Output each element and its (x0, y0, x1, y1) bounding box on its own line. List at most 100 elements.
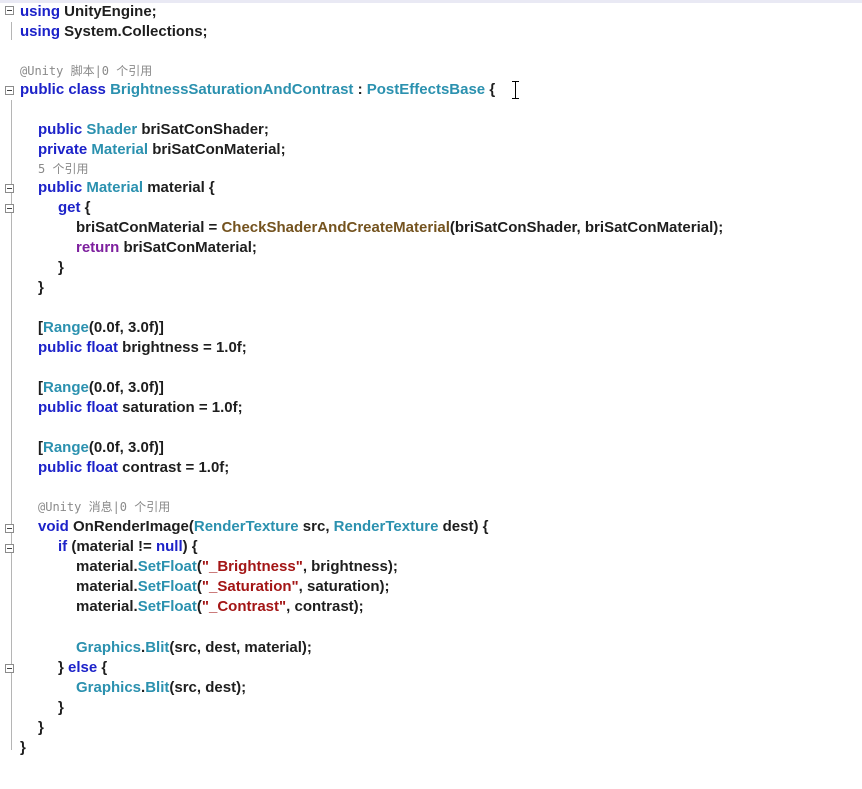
fold-collapse-icon[interactable] (5, 664, 14, 673)
code-token: Range (43, 379, 89, 396)
code-line[interactable]: public float brightness = 1.0f; (38, 338, 247, 358)
fold-collapse-icon[interactable] (5, 204, 14, 213)
code-token: RenderTexture (333, 518, 439, 535)
code-token: Blit (145, 679, 170, 696)
code-line[interactable]: void OnRenderImage(RenderTexture src, Re… (38, 517, 488, 537)
code-token: public (38, 459, 83, 476)
code-line[interactable]: Graphics.Blit(src, dest); (76, 678, 246, 698)
code-token: Material (91, 141, 149, 158)
code-token: } (58, 659, 69, 676)
code-line[interactable]: public Material material { (38, 178, 215, 198)
code-token: CheckShaderAndCreateMaterial (221, 219, 450, 236)
code-token: public (38, 179, 83, 196)
code-line[interactable]: Graphics.Blit(src, dest, material); (76, 638, 312, 658)
code-token: dest) { (438, 518, 489, 535)
code-token: return (76, 239, 120, 256)
code-token: void (38, 518, 69, 535)
code-line[interactable]: } (58, 698, 64, 718)
code-token: UnityEngine; (60, 3, 157, 20)
code-line[interactable]: } (20, 738, 26, 758)
code-line[interactable]: } (38, 718, 44, 738)
code-editor[interactable]: using UnityEngine; using System.Collectio… (0, 0, 862, 789)
code-line[interactable]: [Range(0.0f, 3.0f)] (38, 318, 164, 338)
code-line[interactable]: } (38, 278, 44, 298)
code-line[interactable]: public Shader briSatConShader; (38, 120, 269, 140)
code-token: BrightnessSaturationAndContrast (110, 81, 354, 98)
code-line[interactable]: if (material != null) { (58, 537, 198, 557)
code-token: "_Contrast" (201, 598, 287, 615)
code-line[interactable]: using System.Collections; (20, 22, 208, 42)
code-line[interactable]: } (58, 258, 64, 278)
code-token: material. (76, 578, 138, 595)
code-token: briSatConMaterial; (148, 141, 286, 158)
code-token: else (68, 659, 98, 676)
code-line[interactable]: [Range(0.0f, 3.0f)] (38, 378, 164, 398)
code-line[interactable]: } else { (58, 658, 107, 678)
code-token: Graphics (76, 639, 142, 656)
code-token: briSatConMaterial; (119, 239, 257, 256)
code-line[interactable]: material.SetFloat("_Contrast", contrast)… (76, 597, 364, 617)
code-token: public (38, 121, 83, 138)
code-token: Range (43, 439, 89, 456)
code-token: material. (76, 558, 138, 575)
code-token: } (38, 719, 44, 736)
code-token: brightness = 1.0f; (118, 339, 247, 356)
code-token: public (38, 339, 83, 356)
code-token: , brightness); (302, 558, 398, 575)
code-token: SetFloat (137, 598, 197, 615)
code-token: using (20, 23, 60, 40)
code-token: , saturation); (298, 578, 390, 595)
code-token: OnRenderImage( (68, 518, 194, 535)
code-line[interactable]: public class BrightnessSaturationAndCont… (20, 80, 495, 100)
code-token: Material (86, 179, 144, 196)
code-token: (0.0f, 3.0f)] (88, 319, 164, 336)
fold-collapse-icon[interactable] (5, 544, 14, 553)
code-token: PostEffectsBase (366, 81, 486, 98)
code-line[interactable]: [Range(0.0f, 3.0f)] (38, 438, 164, 458)
codelens-annotation[interactable]: 5 个引用 (38, 160, 88, 178)
code-line[interactable]: material.SetFloat("_Brightness", brightn… (76, 557, 398, 577)
code-token: using (20, 3, 60, 20)
code-token: (src, dest, material); (169, 639, 312, 656)
code-token: RenderTexture (193, 518, 299, 535)
code-token: (briSatConShader, briSatConMaterial); (449, 219, 724, 236)
code-token: material { (143, 179, 215, 196)
code-token: if (58, 538, 68, 555)
code-token: SetFloat (137, 578, 197, 595)
codelens-annotation[interactable]: @Unity 脚本|0 个引用 (20, 62, 152, 80)
code-token: { (97, 659, 108, 676)
code-token: saturation = 1.0f; (118, 399, 243, 416)
fold-collapse-icon[interactable] (5, 6, 14, 15)
code-line[interactable]: return briSatConMaterial; (76, 238, 257, 258)
code-token: } (38, 279, 44, 296)
code-token: (0.0f, 3.0f)] (88, 439, 164, 456)
code-line[interactable]: private Material briSatConMaterial; (38, 140, 286, 160)
code-line[interactable]: public float contrast = 1.0f; (38, 458, 229, 478)
code-token: Shader (86, 121, 138, 138)
code-token: float (86, 339, 119, 356)
code-token: { (80, 199, 91, 216)
code-token: (0.0f, 3.0f)] (88, 379, 164, 396)
code-line[interactable]: briSatConMaterial = CheckShaderAndCreate… (76, 218, 723, 238)
code-token: float (86, 459, 119, 476)
code-token: Range (43, 319, 89, 336)
code-token: "_Brightness" (201, 558, 303, 575)
code-token: class (68, 81, 106, 98)
code-token: } (58, 699, 64, 716)
code-line[interactable]: get { (58, 198, 91, 218)
codelens-annotation[interactable]: @Unity 消息|0 个引用 (38, 498, 170, 516)
code-line[interactable]: using UnityEngine; (20, 2, 157, 22)
code-token: contrast = 1.0f; (118, 459, 230, 476)
code-token: material. (76, 598, 138, 615)
code-token: Graphics (76, 679, 142, 696)
fold-collapse-icon[interactable] (5, 184, 14, 193)
code-token: get (58, 199, 81, 216)
code-line[interactable]: public float saturation = 1.0f; (38, 398, 243, 418)
code-token: SetFloat (137, 558, 197, 575)
code-token: ) { (182, 538, 198, 555)
code-line[interactable]: material.SetFloat("_Saturation", saturat… (76, 577, 389, 597)
fold-collapse-icon[interactable] (5, 86, 14, 95)
code-token: public (38, 399, 83, 416)
fold-collapse-icon[interactable] (5, 524, 14, 533)
text-cursor-icon (512, 80, 520, 100)
